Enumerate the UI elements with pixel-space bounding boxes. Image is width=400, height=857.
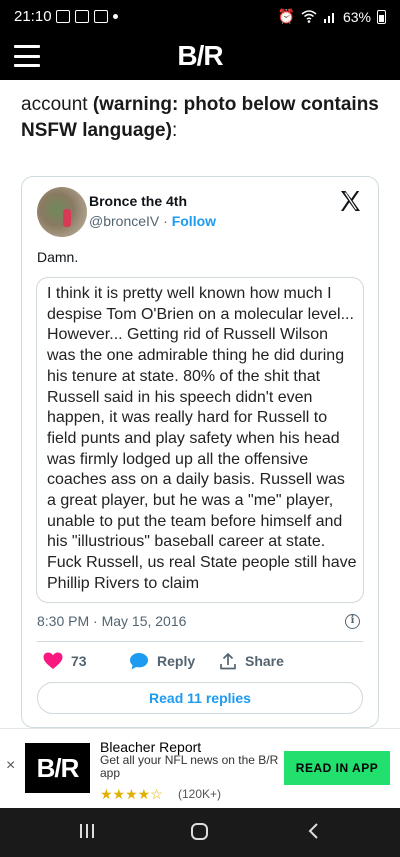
heart-icon [43,652,63,669]
more-notifications-icon [113,14,118,19]
battery-percent: 63% [342,8,371,25]
like-count: 73 [71,653,87,669]
share-button[interactable]: Share [219,652,284,670]
header-overlap-mask [0,80,400,90]
handle-separator: · [159,213,172,229]
author-handle[interactable]: @bronceIV [89,213,159,229]
notification-icons [56,10,118,23]
image-quote-text: I think it is pretty well known how much… [47,285,357,592]
recent-apps-icon[interactable] [80,824,94,838]
signal-icon [323,13,334,23]
rating-stars-icon: ★★★★☆ [100,786,163,802]
status-bar: 21:10 ⏰ 63% [0,0,400,34]
follow-link[interactable]: Follow [172,213,216,229]
article-text-start: account [21,94,93,115]
status-time: 21:10 [14,8,52,25]
close-icon[interactable]: × [6,757,15,775]
app-ad-banner[interactable]: × B/R Bleacher Report Get all your NFL n… [0,728,400,808]
gallery-notification-icon [56,10,70,23]
app-header: B/R [0,34,400,80]
tweet-text: Damn. [37,249,79,265]
ad-br-logo: B/R [25,743,90,793]
reply-label: Reply [157,653,196,669]
tweet-actions: 73 Reply Share [37,652,367,674]
divider [37,641,363,642]
embedded-tweet[interactable]: Bronce the 4th @bronceIV · Follow Damn. … [21,176,379,728]
share-icon [220,653,236,670]
info-icon[interactable]: i [345,614,360,629]
status-right: ⏰ 63% [278,8,386,25]
rating-count: (120K+) [178,787,222,801]
author-handle-line: @bronceIV · Follow [89,213,216,229]
back-icon[interactable] [306,822,320,840]
reply-icon [130,653,148,670]
read-in-app-button[interactable]: READ IN APP [284,751,390,785]
read-replies-button[interactable]: Read 11 replies [37,682,363,714]
share-label: Share [245,653,284,669]
app-notification-icon [94,10,108,23]
reply-button[interactable]: Reply [129,652,195,670]
avatar[interactable] [37,187,87,237]
tweet-image[interactable]: I think it is pretty well known how much… [36,277,364,603]
article-paragraph: account (warning: photo below contains N… [21,92,381,144]
ad-description: Get all your NFL news on the B/R app [100,753,279,780]
x-logo-icon[interactable] [338,189,362,213]
author-name[interactable]: Bronce the 4th [89,193,187,209]
article-text-end: : [171,120,178,141]
check-notification-icon [75,10,89,23]
alarm-icon: ⏰ [277,8,295,24]
battery-icon [377,9,386,24]
home-icon[interactable] [191,823,208,840]
br-logo[interactable]: B/R [0,40,400,72]
wifi-icon [301,10,317,23]
system-nav-bar [0,808,400,857]
tweet-timestamp[interactable]: 8:30 PM · May 15, 2016 [37,613,186,629]
like-button[interactable]: 73 [43,652,87,670]
